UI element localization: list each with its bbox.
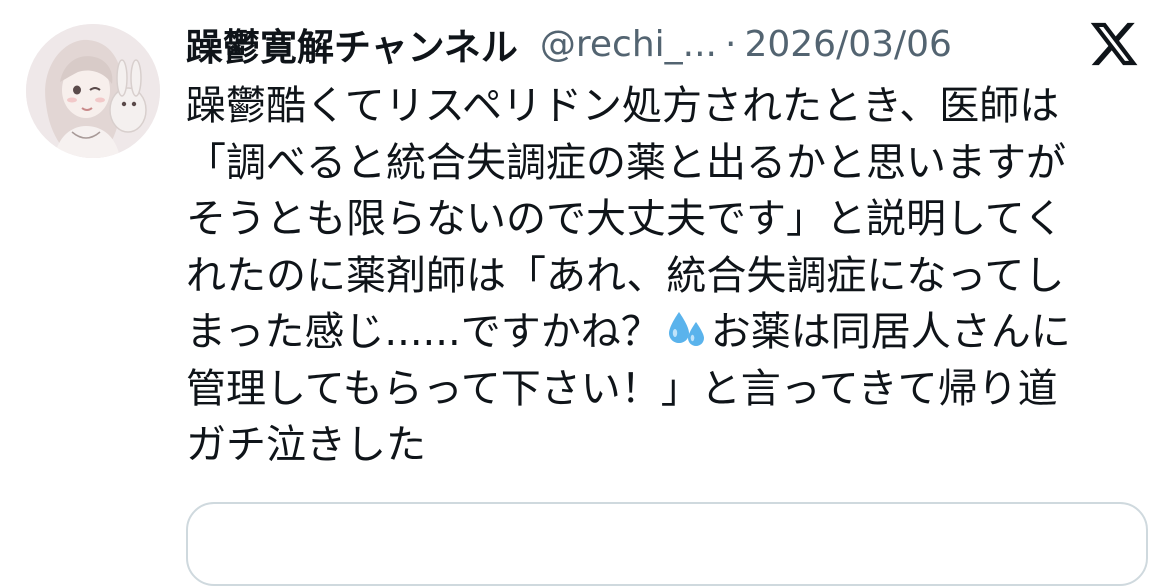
user-handle[interactable]: @rechi_... bbox=[540, 24, 717, 65]
tweet-text-line: ガチ泣きした bbox=[186, 422, 426, 468]
sweat-droplets-icon bbox=[668, 312, 704, 346]
tweet-text-line: 「調べると統合失調症の薬と出るかと思いますが bbox=[186, 139, 1066, 186]
tweet: 躁鬱寛解チャンネル @rechi_... · 2026/03/06 躁鬱酷くてリ… bbox=[0, 0, 1170, 586]
user-avatar-icon[interactable] bbox=[26, 24, 160, 158]
tweet-text-line: まった感じ......ですかね？ お薬は同居人さんに bbox=[186, 304, 1146, 361]
tweet-text: 躁鬱酷くてリスペリドン処方されたとき、医師は 「調べると統合失調症の薬と出るかと… bbox=[186, 78, 1146, 474]
tweet-text-line: そうとも限らないので大丈夫です」と説明してく bbox=[186, 196, 1064, 242]
tweet-text-segment: お薬は同居人さんに bbox=[710, 309, 1071, 355]
tweet-header: 躁鬱寛解チャンネル @rechi_... · 2026/03/06 bbox=[186, 14, 952, 74]
tweet-text-segment: まった感じ......ですかね？ bbox=[186, 309, 661, 355]
tweet-text-line: 管理してもらって下さい！」と言ってきて帰り道 bbox=[186, 365, 1058, 412]
tweet-text-line: れたのに薬剤師は「あれ、統合失調症になってし bbox=[186, 252, 1065, 299]
embedded-card[interactable] bbox=[186, 502, 1148, 586]
tweet-text-line: 躁鬱酷くてリスペリドン処方されたとき、医師は bbox=[186, 83, 1060, 129]
tweet-date[interactable]: 2026/03/06 bbox=[744, 24, 952, 65]
x-logo-icon[interactable] bbox=[1088, 18, 1140, 70]
display-name[interactable]: 躁鬱寛解チャンネル bbox=[186, 17, 518, 71]
separator-dot: · bbox=[725, 23, 737, 65]
